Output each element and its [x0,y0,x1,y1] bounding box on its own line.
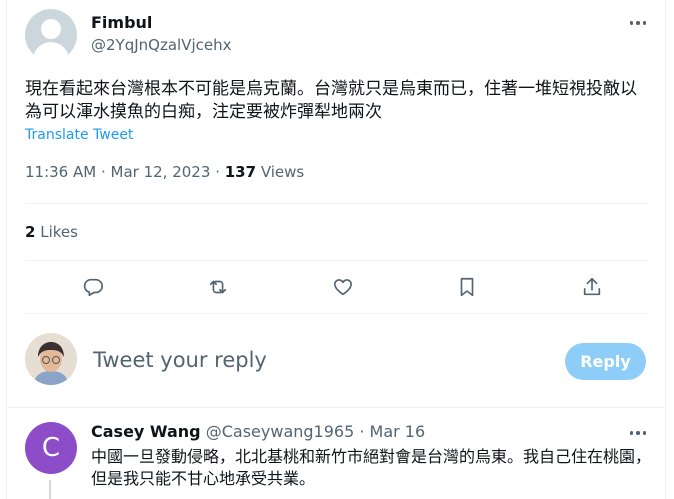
tweet-text: 現在看起來台灣根本不可能是烏克蘭。台灣就只是烏東而已，住著一堆短視投敵以為可以渾… [25,79,637,122]
default-avatar-head [41,19,61,39]
translate-tweet-link[interactable]: Translate Tweet [25,127,133,143]
reply-button[interactable]: Reply [565,343,646,380]
tweet-date[interactable]: Mar 12, 2023 [111,163,211,181]
more-options-icon[interactable] [627,14,649,32]
default-avatar-body [33,42,69,61]
views-count: 137 [224,163,257,181]
likes-count: 2 [25,223,36,241]
divider [25,260,648,261]
likes-label: Likes [40,223,78,241]
current-user-avatar[interactable] [25,333,77,385]
author-handle[interactable]: @2YqJnQzalVjcehx [91,36,232,54]
author-name[interactable]: Fimbul [91,13,152,32]
reply-author-avatar[interactable]: C [25,422,77,474]
heart-icon[interactable] [326,270,360,304]
bookmark-icon[interactable] [450,270,484,304]
reply-author-name[interactable]: Casey Wang [91,422,201,441]
meta-separator: · [100,163,111,181]
tweet-time[interactable]: 11:36 AM [25,163,96,181]
share-icon[interactable] [575,270,609,304]
thread-line [49,480,51,499]
likes-stat[interactable]: 2 Likes [25,223,78,241]
reply-tweet[interactable]: C Casey Wang @Caseywang1965 · Mar 16 中國一… [7,407,665,499]
reply-input[interactable]: Tweet your reply [93,348,267,372]
tweet-meta: 11:36 AM · Mar 12, 2023 · 137 Views [25,163,304,181]
meta-separator: · [359,422,370,441]
retweet-icon[interactable] [201,270,235,304]
timeline-border-right [665,0,666,499]
divider [25,203,648,204]
reply-text: 中國一旦發動侵略，北北基桃和新竹市絕對會是台灣的烏東。我自己住在桃園，但是我只能… [91,447,652,488]
tweet-actions [25,270,648,304]
reply-icon[interactable] [76,270,110,304]
focused-tweet: Fimbul @2YqJnQzalVjcehx 現在看起來台灣根本不可能是烏克蘭… [7,0,665,406]
author-avatar[interactable] [25,9,77,61]
reply-author-handle[interactable]: @Caseywang1965 [206,422,355,441]
views-label: Views [260,163,305,181]
reply-date[interactable]: Mar 16 [370,422,426,441]
divider [25,313,648,314]
meta-separator: · [215,163,225,181]
reply-more-options-icon[interactable] [627,424,649,442]
reply-header: Casey Wang @Caseywang1965 · Mar 16 [91,422,425,441]
